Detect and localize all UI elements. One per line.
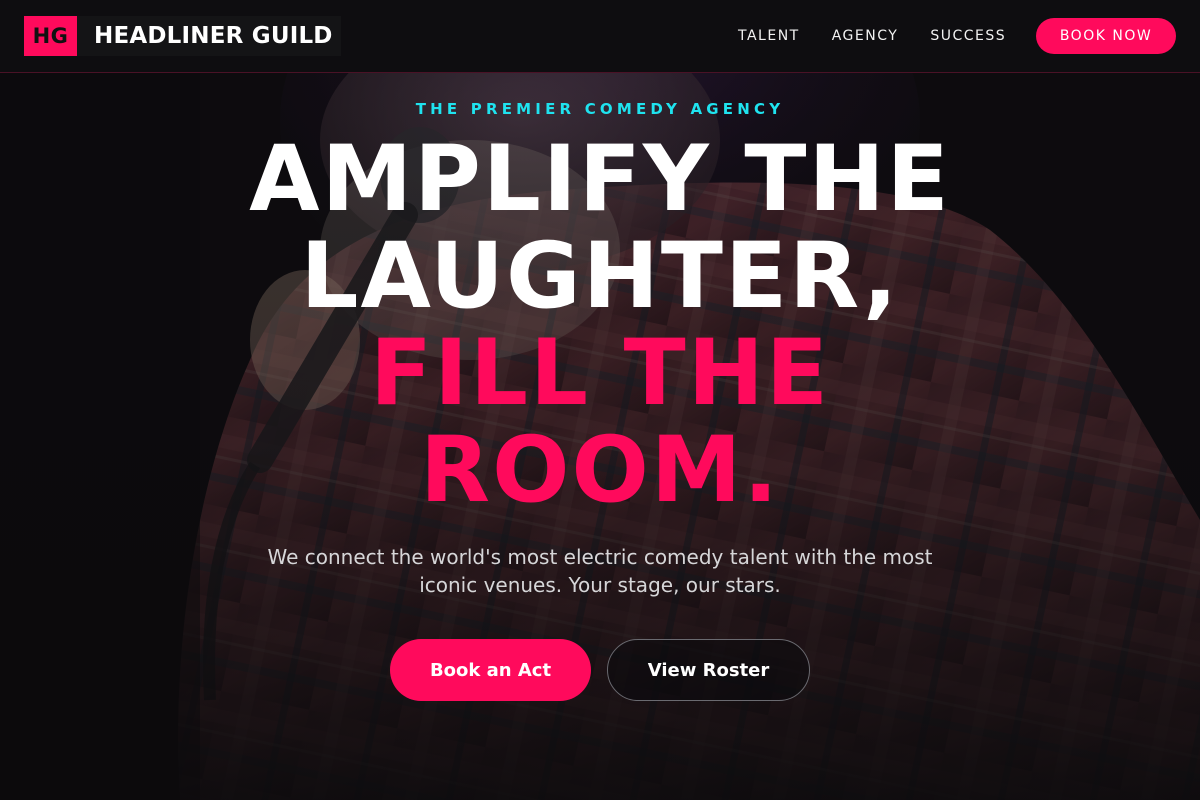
brand-logo[interactable]: HG HEADLINER GUILD — [24, 16, 341, 56]
view-roster-button[interactable]: View Roster — [607, 639, 810, 701]
nav-link-success[interactable]: SUCCESS — [930, 28, 1006, 44]
nav-links: TALENT AGENCY SUCCESS — [738, 0, 1038, 72]
hero-section: THE PREMIER COMEDY AGENCY AMPLIFY THE LA… — [0, 73, 1200, 800]
nav-link-talent[interactable]: TALENT — [738, 28, 800, 44]
brand-logo-mark: HG — [24, 16, 77, 56]
book-now-button[interactable]: BOOK NOW — [1036, 18, 1176, 54]
hero-eyebrow: THE PREMIER COMEDY AGENCY — [415, 100, 785, 118]
landing-page: HG HEADLINER GUILD TALENT AGENCY SUCCESS… — [0, 0, 1200, 800]
book-an-act-button[interactable]: Book an Act — [390, 639, 591, 701]
hero-headline: AMPLIFY THE LAUGHTER, FILL THE ROOM. — [0, 131, 1200, 519]
headline-line-4: ROOM. — [420, 418, 780, 523]
nav-link-agency[interactable]: AGENCY — [832, 28, 899, 44]
headline-line-1: AMPLIFY THE — [249, 127, 951, 232]
headline-line-2: LAUGHTER, — [300, 224, 900, 329]
headline-line-3: FILL THE — [369, 321, 831, 426]
brand-name: HEADLINER GUILD — [94, 23, 333, 49]
hero-subcopy: We connect the world's most electric com… — [267, 545, 933, 597]
top-nav: HG HEADLINER GUILD TALENT AGENCY SUCCESS… — [0, 0, 1200, 73]
